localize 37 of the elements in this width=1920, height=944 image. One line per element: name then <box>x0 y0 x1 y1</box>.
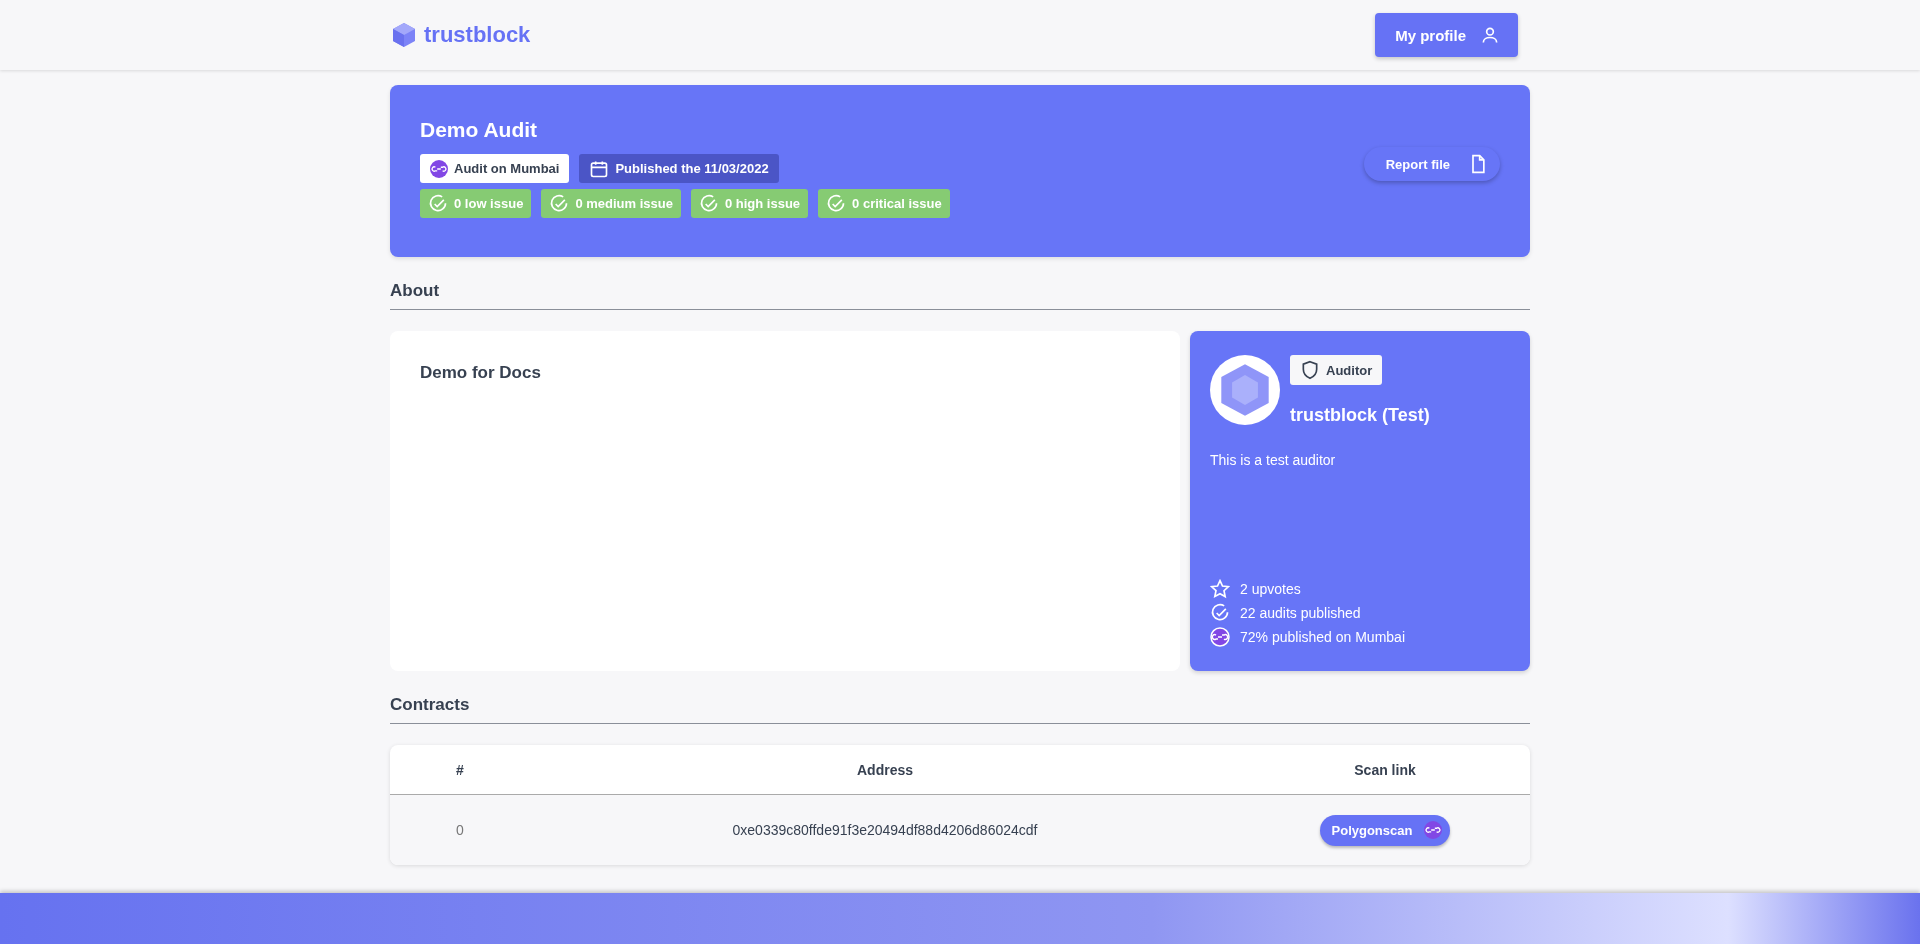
stat-text: 2 upvotes <box>1240 581 1301 597</box>
scan-link-button[interactable]: Polygonscan <box>1319 814 1451 846</box>
published-date-badge: Published the 11/03/2022 <box>579 154 779 183</box>
logo-text[interactable]: trustblock <box>424 22 531 48</box>
shield-icon <box>1300 360 1320 380</box>
check-circle-icon <box>826 193 847 214</box>
issue-count-badge: 0 high issue <box>690 189 809 218</box>
stat-text: 72% published on Mumbai <box>1240 629 1405 645</box>
check-circle-icon <box>428 193 448 214</box>
column-header: # <box>455 761 465 778</box>
chain-link-icon <box>1424 821 1443 839</box>
cube-logo-icon <box>392 22 416 48</box>
auditor-name[interactable]: trustblock (Test) <box>1290 405 1430 426</box>
audit-title: Demo Audit <box>420 118 539 142</box>
chain-link-icon <box>430 159 448 178</box>
stat-text: 22 audits published <box>1240 605 1361 621</box>
table-cell-text: 0 <box>455 822 465 838</box>
chain-badge: Audit on Mumbai <box>420 154 570 183</box>
issue-count-badge: 0 medium issue <box>541 189 681 218</box>
report-file-button[interactable]: Report file <box>1363 147 1500 181</box>
user-icon <box>1480 25 1500 45</box>
check-circle-icon <box>549 193 570 214</box>
star-icon <box>1210 579 1230 599</box>
table-cell-text: 0xe0339c80ffde91f3e20494df88d4206d86024cdf <box>731 822 1039 838</box>
column-header: Address <box>856 761 914 778</box>
description-text: Demo for Docs <box>420 363 541 382</box>
auditor-badge: Auditor <box>1290 355 1383 385</box>
column-header: Scan link <box>1353 761 1417 778</box>
auditor-bio: This is a test auditor <box>1210 452 1337 468</box>
chain-link-icon <box>1210 627 1230 647</box>
my-profile-button[interactable]: My profile <box>1375 13 1518 57</box>
issue-count-badge: 0 low issue <box>420 189 532 218</box>
issue-count-badge: 0 critical issue <box>818 189 950 218</box>
section-heading: About <box>390 281 441 301</box>
section-heading: Contracts <box>390 695 471 715</box>
check-circle-icon <box>698 193 719 214</box>
check-circle-icon <box>1210 603 1230 623</box>
